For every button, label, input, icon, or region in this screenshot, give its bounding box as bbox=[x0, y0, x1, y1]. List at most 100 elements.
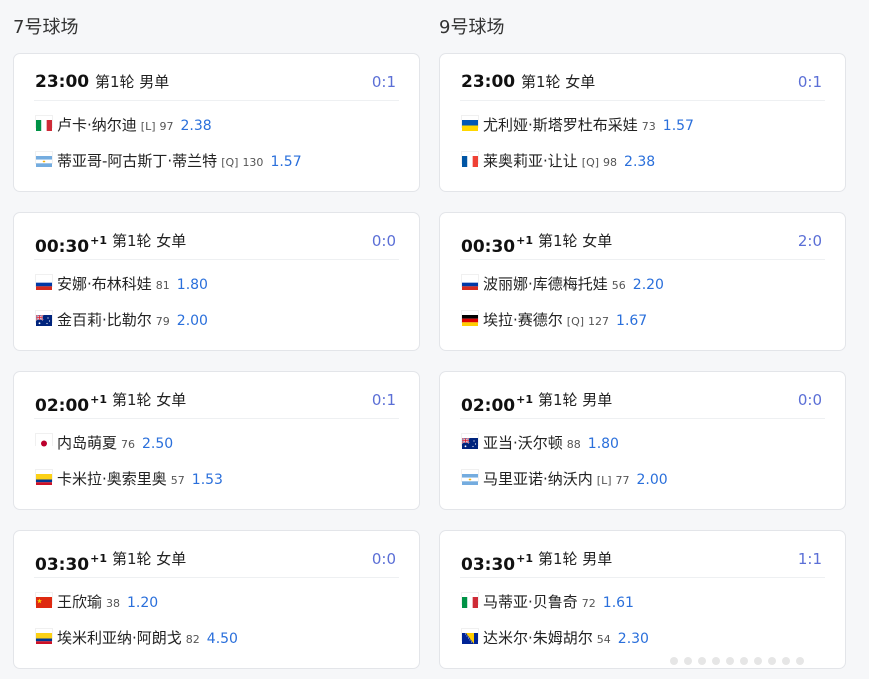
player-name[interactable]: 安娜·布林科娃 bbox=[57, 275, 152, 293]
match-score: 0:1 bbox=[371, 391, 396, 409]
match-time-text: 00:30 bbox=[461, 237, 516, 257]
match-header: 23:00 第1轮 女单 0:1 bbox=[460, 66, 825, 101]
flag-ru-icon bbox=[36, 275, 52, 290]
match-round: 第1轮 男单 bbox=[538, 550, 613, 568]
odds-value[interactable]: 2.00 bbox=[637, 472, 668, 488]
player-name[interactable]: 卢卡·纳尔迪 bbox=[57, 116, 137, 134]
player-row[interactable]: 莱奥莉亚·让让 [Q] 98 2.38 bbox=[462, 151, 835, 171]
player-name[interactable]: 金百莉·比勒尔 bbox=[57, 311, 152, 329]
match-round: 第1轮 女单 bbox=[112, 232, 187, 250]
player-name[interactable]: 达米尔·朱姆胡尔 bbox=[483, 629, 593, 647]
player-row[interactable]: 尤利娅·斯塔罗杜布采娃 73 1.57 bbox=[462, 115, 835, 135]
match-card[interactable]: 03:30+1 第1轮 男单 1:1 马蒂亚·贝鲁奇 72 1.61 达米尔·朱姆胡尔 54 2… bbox=[439, 530, 846, 669]
player-name[interactable]: 莱奥莉亚·让让 bbox=[483, 152, 578, 170]
odds-value[interactable]: 1.80 bbox=[177, 277, 208, 293]
player-rank: 130 bbox=[242, 156, 264, 169]
match-score: 0:0 bbox=[371, 550, 396, 568]
match-header: 23:00 第1轮 男单 0:1 bbox=[34, 66, 399, 101]
match-header: 03:30+1 第1轮 女单 0:0 bbox=[34, 543, 399, 578]
next-day-marker: +1 bbox=[90, 234, 107, 247]
player-name[interactable]: 埃米利亚纳·阿朗戈 bbox=[57, 629, 182, 647]
player-rank: 76 bbox=[121, 438, 136, 451]
match-card[interactable]: 03:30+1 第1轮 女单 0:0 王欣瑜 38 1.20 埃米利亚纳·阿朗戈 82 4.50 bbox=[13, 530, 420, 669]
player-row[interactable]: 达米尔·朱姆胡尔 54 2.30 bbox=[462, 628, 835, 648]
match-round: 第1轮 女单 bbox=[521, 73, 596, 91]
odds-value[interactable]: 2.00 bbox=[177, 313, 208, 329]
next-day-marker: +1 bbox=[516, 393, 533, 406]
flag-it-icon bbox=[36, 116, 52, 131]
match-card[interactable]: 00:30+1 第1轮 女单 2:0 波丽娜·库德梅托娃 56 2.20 埃拉·赛德尔 [Q]… bbox=[439, 212, 846, 351]
player-rank: 97 bbox=[159, 120, 174, 133]
odds-value[interactable]: 2.38 bbox=[624, 154, 655, 170]
odds-value[interactable]: 1.57 bbox=[663, 118, 694, 134]
player-row[interactable]: 卡米拉·奥索里奥 57 1.53 bbox=[36, 469, 409, 489]
player-name[interactable]: 卡米拉·奥索里奥 bbox=[57, 470, 167, 488]
player-name[interactable]: 尤利娅·斯塔罗杜布采娃 bbox=[483, 116, 638, 134]
flag-ar-icon bbox=[36, 152, 52, 167]
player-row[interactable]: 波丽娜·库德梅托娃 56 2.20 bbox=[462, 274, 835, 294]
match-card[interactable]: 00:30+1 第1轮 女单 0:0 安娜·布林科娃 81 1.80 金百莉·比勒尔 79 2.… bbox=[13, 212, 420, 351]
match-time: 00:30+1 bbox=[461, 229, 533, 259]
match-card[interactable]: 02:00+1 第1轮 女单 0:1 内岛萌夏 76 2.50 卡米拉·奥索里奥 57 1.53 bbox=[13, 371, 420, 510]
player-row[interactable]: 金百莉·比勒尔 79 2.00 bbox=[35, 310, 409, 330]
player-row[interactable]: 埃米利亚纳·阿朗戈 82 4.50 bbox=[36, 628, 409, 648]
next-day-marker: +1 bbox=[90, 552, 107, 565]
player-name[interactable]: 内岛萌夏 bbox=[57, 434, 117, 452]
player-name[interactable]: 埃拉·赛德尔 bbox=[483, 311, 563, 329]
odds-value[interactable]: 2.50 bbox=[142, 436, 173, 452]
match-card[interactable]: 23:00 第1轮 女单 0:1 尤利娅·斯塔罗杜布采娃 73 1.57 莱奥莉亚·让让 [Q… bbox=[439, 53, 846, 192]
flag-au-icon bbox=[461, 434, 478, 449]
player-row[interactable]: 安娜·布林科娃 81 1.80 bbox=[36, 274, 409, 294]
player-row[interactable]: 亚当·沃尔顿 88 1.80 bbox=[461, 433, 835, 453]
odds-value[interactable]: 1.53 bbox=[192, 472, 223, 488]
match-time: 23:00 bbox=[461, 70, 515, 94]
match-header: 02:00+1 第1轮 女单 0:1 bbox=[34, 384, 399, 419]
player-name[interactable]: 马里亚诺·纳沃内 bbox=[483, 470, 593, 488]
player-row[interactable]: 卢卡·纳尔迪 [L] 97 2.38 bbox=[36, 115, 409, 135]
match-round: 第1轮 男单 bbox=[538, 391, 613, 409]
odds-value[interactable]: 1.80 bbox=[588, 436, 619, 452]
player-row[interactable]: 王欣瑜 38 1.20 bbox=[36, 592, 409, 612]
court-title: 7号球场 bbox=[13, 17, 79, 38]
next-day-marker: +1 bbox=[516, 552, 533, 565]
match-card[interactable]: 02:00+1 第1轮 男单 0:0 亚当·沃尔顿 88 1.80 马里亚诺·纳沃内 [L] 7… bbox=[439, 371, 846, 510]
player-rank: 77 bbox=[615, 474, 630, 487]
qualifier-tag: [Q] bbox=[581, 156, 600, 169]
player-name[interactable]: 王欣瑜 bbox=[57, 593, 102, 611]
odds-value[interactable]: 1.57 bbox=[270, 154, 301, 170]
match-time-text: 02:00 bbox=[35, 396, 90, 416]
player-row[interactable]: 马里亚诺·纳沃内 [L] 77 2.00 bbox=[462, 469, 835, 489]
odds-value[interactable]: 1.67 bbox=[616, 313, 647, 329]
qualifier-tag: [Q] bbox=[566, 315, 585, 328]
next-day-marker: +1 bbox=[90, 393, 107, 406]
player-name[interactable]: 马蒂亚·贝鲁奇 bbox=[483, 593, 578, 611]
player-row[interactable]: 蒂亚哥-阿古斯丁·蒂兰特 [Q] 130 1.57 bbox=[36, 151, 409, 171]
match-card[interactable]: 23:00 第1轮 男单 0:1 卢卡·纳尔迪 [L] 97 2.38 蒂亚哥-阿古斯丁·蒂兰… bbox=[13, 53, 420, 192]
flag-ar-icon bbox=[462, 470, 478, 485]
player-rank: 82 bbox=[185, 633, 200, 646]
player-row[interactable]: 埃拉·赛德尔 [Q] 127 1.67 bbox=[462, 310, 835, 330]
flag-cn-icon bbox=[36, 593, 52, 608]
player-rank: 38 bbox=[106, 597, 121, 610]
match-time: 02:00+1 bbox=[461, 388, 533, 418]
odds-value[interactable]: 1.20 bbox=[127, 595, 158, 611]
odds-value[interactable]: 1.61 bbox=[603, 595, 634, 611]
odds-value[interactable]: 4.50 bbox=[207, 631, 238, 647]
player-row[interactable]: 马蒂亚·贝鲁奇 72 1.61 bbox=[462, 592, 835, 612]
odds-value[interactable]: 2.38 bbox=[181, 118, 212, 134]
match-score: 0:1 bbox=[797, 73, 822, 91]
flag-fr-icon bbox=[462, 152, 478, 167]
match-time: 02:00+1 bbox=[35, 388, 107, 418]
player-name[interactable]: 蒂亚哥-阿古斯丁·蒂兰特 bbox=[57, 152, 217, 170]
player-name[interactable]: 亚当·沃尔顿 bbox=[483, 434, 563, 452]
player-rank: 72 bbox=[581, 597, 596, 610]
flag-co-icon bbox=[36, 629, 52, 644]
odds-value[interactable]: 2.30 bbox=[618, 631, 649, 647]
match-round: 第1轮 女单 bbox=[538, 232, 613, 250]
match-time-text: 03:30 bbox=[35, 555, 90, 575]
player-rank: 79 bbox=[155, 315, 170, 328]
flag-de-icon bbox=[462, 311, 478, 326]
odds-value[interactable]: 2.20 bbox=[633, 277, 664, 293]
player-row[interactable]: 内岛萌夏 76 2.50 bbox=[36, 433, 409, 453]
player-name[interactable]: 波丽娜·库德梅托娃 bbox=[483, 275, 608, 293]
